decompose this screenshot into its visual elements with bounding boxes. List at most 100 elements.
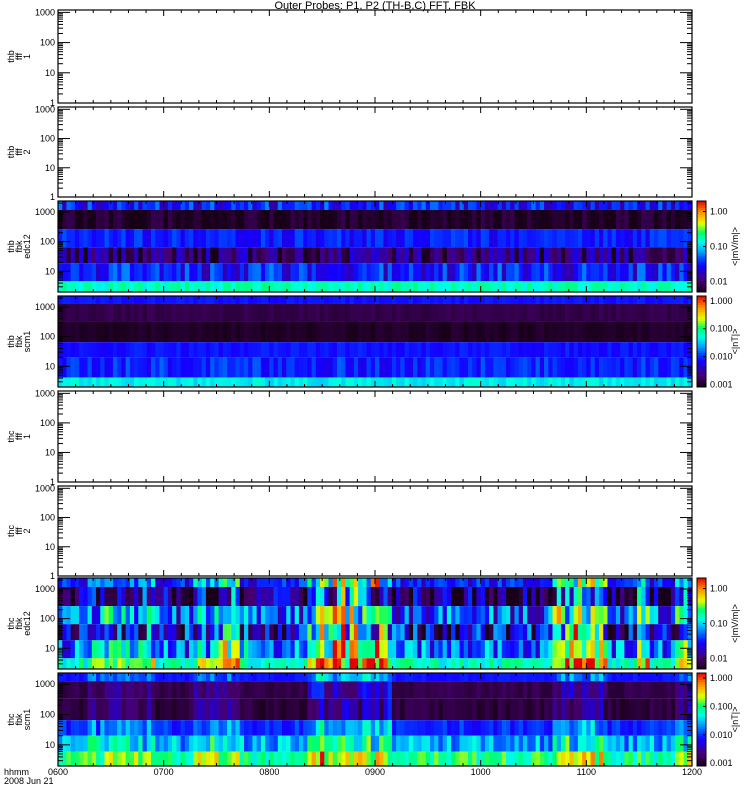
spectrogram-cell [573,751,579,766]
spectrogram-cell [400,377,405,387]
colorbar-swatch [697,641,706,645]
spectrogram-cell [231,357,236,378]
spectrogram-cell [556,229,562,248]
spectrogram-cell [66,735,72,752]
spectrogram-cell [349,357,355,378]
spectrogram-cell [379,673,384,682]
spectrogram-cell [159,698,165,721]
spectrogram-cell [298,229,304,248]
spectrogram-cell [172,720,177,736]
y-tick-label: 1 [50,192,55,202]
spectrogram-cell [391,209,397,230]
spectrogram-cell [467,735,473,752]
spectrogram-cell [189,247,194,264]
colorbar-swatch [697,282,706,286]
spectrogram-cell [387,735,393,752]
spectrogram-cell [362,751,367,766]
spectrogram-cell [117,281,122,292]
spectrogram-cell [277,681,283,699]
spectrogram-cell [400,263,405,282]
spectrogram-cell [222,209,228,230]
spectrogram-cell [277,640,283,659]
spectrogram-cell [142,698,148,721]
spectrogram-cell [577,735,583,752]
spectrogram-cell [87,357,93,378]
spectrogram-cell [129,658,135,669]
spectrogram-cell [248,681,253,699]
spectrogram-cell [455,296,460,304]
spectrogram-cell [396,357,401,378]
spectrogram-cell [455,673,460,682]
spectrogram-cell [222,624,228,641]
spectrogram-cell [155,263,160,282]
spectrogram-cell [256,698,262,721]
spectrogram-cell [463,586,469,607]
spectrogram-cell [205,281,211,292]
spectrogram-cell [108,357,114,378]
spectrogram-cell [83,321,88,343]
spectrogram-cell [476,263,482,282]
spectrogram-cell [62,720,67,736]
spectrogram-cell [599,263,604,282]
spectrogram-cell [70,735,76,752]
spectrogram-cell [332,209,338,230]
spectrogram-cell [683,578,689,587]
spectrogram-cell [582,624,587,641]
spectrogram-cell [104,201,110,210]
spectrogram-cell [586,303,591,322]
spectrogram-cell [662,357,668,378]
spectrogram-cell [544,247,549,264]
spectrogram-cell [527,578,532,587]
spectrogram-cell [375,751,380,766]
spectrogram-cell [649,209,655,230]
spectrogram-cell [129,303,135,322]
spectrogram-cell [345,735,351,752]
spectrogram-cell [189,735,194,752]
spectrogram-cell [311,281,317,292]
spectrogram-cell [434,209,439,230]
spectrogram-cell [248,357,253,378]
spectrogram-cell [484,263,490,282]
spectrogram-cell [273,735,279,752]
spectrogram-cell [193,673,198,682]
spectrogram-cell [227,578,232,587]
spectrogram-cell [658,296,663,304]
spectrogram-cell [336,720,342,736]
spectrogram-cell [514,377,520,387]
spectrogram-cell [282,673,287,682]
spectrogram-cell [446,578,452,587]
spectrogram-cell [176,751,181,766]
spectrogram-cell [332,201,338,210]
spectrogram-cell [197,624,203,641]
spectrogram-cell [125,681,131,699]
spectrogram-cell [180,720,186,736]
spectrogram-cell [653,586,659,607]
spectrogram-cell [167,201,173,210]
spectrogram-cell [501,263,507,282]
spectrogram-cell [417,640,422,659]
spectrogram-cell [620,751,625,766]
spectrogram-cell [231,681,236,699]
spectrogram-cell [277,698,283,721]
spectrogram-cell [277,321,283,343]
spectrogram-cell [438,640,444,659]
spectrogram-cell [497,303,503,322]
spectrogram-cell [679,247,684,264]
spectrogram-cell [518,296,524,304]
spectrogram-cell [577,357,583,378]
spectrogram-cell [400,658,405,669]
spectrogram-cell [670,303,676,322]
spectrogram-cell [582,698,587,721]
spectrogram-cell [637,698,642,721]
spectrogram-cell [273,673,279,682]
colorbar-swatch [697,731,706,734]
spectrogram-cell [332,342,338,358]
spectrogram-cell [569,296,575,304]
spectrogram-cell [577,342,583,358]
spectrogram-cell [493,303,498,322]
spectrogram-cell [112,321,118,343]
spectrogram-cell [501,281,507,292]
spectrogram-cell [615,578,621,587]
spectrogram-cell [417,377,422,387]
spectrogram-cell [362,578,367,587]
